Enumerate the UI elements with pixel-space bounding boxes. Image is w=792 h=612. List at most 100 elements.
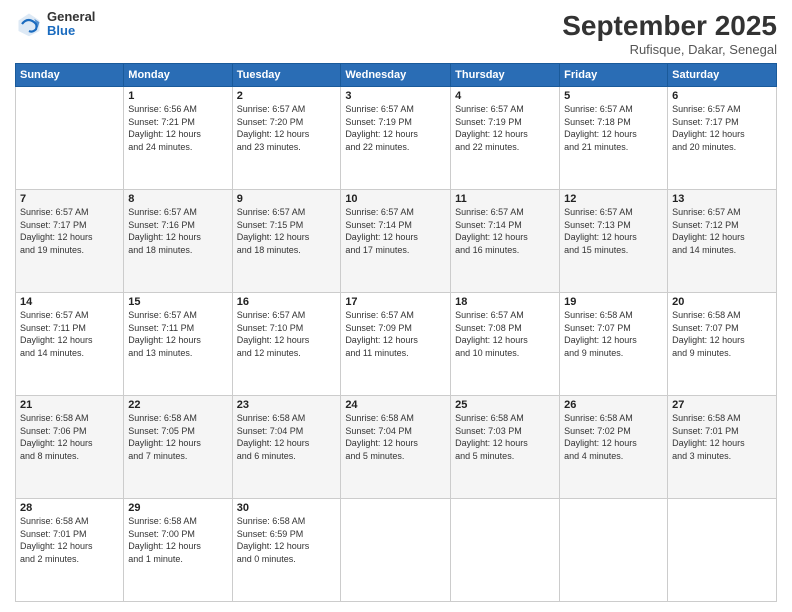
calendar-cell: 11Sunrise: 6:57 AM Sunset: 7:14 PM Dayli…: [451, 190, 560, 293]
calendar-cell: 24Sunrise: 6:58 AM Sunset: 7:04 PM Dayli…: [341, 396, 451, 499]
day-info: Sunrise: 6:58 AM Sunset: 7:02 PM Dayligh…: [564, 412, 663, 462]
calendar-cell: 17Sunrise: 6:57 AM Sunset: 7:09 PM Dayli…: [341, 293, 451, 396]
day-info: Sunrise: 6:57 AM Sunset: 7:13 PM Dayligh…: [564, 206, 663, 256]
header: General Blue September 2025 Rufisque, Da…: [15, 10, 777, 57]
calendar-cell: [451, 499, 560, 602]
day-info: Sunrise: 6:57 AM Sunset: 7:11 PM Dayligh…: [128, 309, 227, 359]
calendar-cell: 19Sunrise: 6:58 AM Sunset: 7:07 PM Dayli…: [560, 293, 668, 396]
day-info: Sunrise: 6:57 AM Sunset: 7:08 PM Dayligh…: [455, 309, 555, 359]
calendar-cell: 20Sunrise: 6:58 AM Sunset: 7:07 PM Dayli…: [668, 293, 777, 396]
day-number: 5: [564, 90, 663, 102]
day-info: Sunrise: 6:56 AM Sunset: 7:21 PM Dayligh…: [128, 103, 227, 153]
day-number: 8: [128, 193, 227, 205]
day-info: Sunrise: 6:57 AM Sunset: 7:09 PM Dayligh…: [345, 309, 446, 359]
day-info: Sunrise: 6:57 AM Sunset: 7:18 PM Dayligh…: [564, 103, 663, 153]
day-info: Sunrise: 6:57 AM Sunset: 7:20 PM Dayligh…: [237, 103, 337, 153]
calendar-cell: 9Sunrise: 6:57 AM Sunset: 7:15 PM Daylig…: [232, 190, 341, 293]
calendar-cell: 27Sunrise: 6:58 AM Sunset: 7:01 PM Dayli…: [668, 396, 777, 499]
day-number: 30: [237, 502, 337, 514]
day-number: 19: [564, 296, 663, 308]
day-number: 17: [345, 296, 446, 308]
calendar-cell: 7Sunrise: 6:57 AM Sunset: 7:17 PM Daylig…: [16, 190, 124, 293]
day-info: Sunrise: 6:57 AM Sunset: 7:14 PM Dayligh…: [345, 206, 446, 256]
day-number: 1: [128, 90, 227, 102]
day-number: 14: [20, 296, 119, 308]
day-number: 9: [237, 193, 337, 205]
calendar-cell: 14Sunrise: 6:57 AM Sunset: 7:11 PM Dayli…: [16, 293, 124, 396]
calendar-week-5: 28Sunrise: 6:58 AM Sunset: 7:01 PM Dayli…: [16, 499, 777, 602]
calendar-cell: 1Sunrise: 6:56 AM Sunset: 7:21 PM Daylig…: [124, 87, 232, 190]
day-number: 22: [128, 399, 227, 411]
calendar-week-3: 14Sunrise: 6:57 AM Sunset: 7:11 PM Dayli…: [16, 293, 777, 396]
calendar-cell: 21Sunrise: 6:58 AM Sunset: 7:06 PM Dayli…: [16, 396, 124, 499]
day-info: Sunrise: 6:57 AM Sunset: 7:12 PM Dayligh…: [672, 206, 772, 256]
calendar-cell: 6Sunrise: 6:57 AM Sunset: 7:17 PM Daylig…: [668, 87, 777, 190]
calendar-cell: 3Sunrise: 6:57 AM Sunset: 7:19 PM Daylig…: [341, 87, 451, 190]
day-number: 21: [20, 399, 119, 411]
day-info: Sunrise: 6:58 AM Sunset: 7:07 PM Dayligh…: [672, 309, 772, 359]
day-info: Sunrise: 6:57 AM Sunset: 7:16 PM Dayligh…: [128, 206, 227, 256]
calendar-cell: 16Sunrise: 6:57 AM Sunset: 7:10 PM Dayli…: [232, 293, 341, 396]
day-info: Sunrise: 6:58 AM Sunset: 7:04 PM Dayligh…: [237, 412, 337, 462]
day-info: Sunrise: 6:58 AM Sunset: 7:04 PM Dayligh…: [345, 412, 446, 462]
day-number: 25: [455, 399, 555, 411]
day-number: 26: [564, 399, 663, 411]
calendar-week-1: 1Sunrise: 6:56 AM Sunset: 7:21 PM Daylig…: [16, 87, 777, 190]
day-number: 12: [564, 193, 663, 205]
day-number: 20: [672, 296, 772, 308]
logo-icon: [15, 10, 43, 38]
day-number: 6: [672, 90, 772, 102]
logo-text: General Blue: [47, 10, 95, 39]
calendar-header-sunday: Sunday: [16, 64, 124, 87]
calendar-cell: 26Sunrise: 6:58 AM Sunset: 7:02 PM Dayli…: [560, 396, 668, 499]
calendar-cell: [668, 499, 777, 602]
calendar-cell: 23Sunrise: 6:58 AM Sunset: 7:04 PM Dayli…: [232, 396, 341, 499]
day-number: 4: [455, 90, 555, 102]
day-info: Sunrise: 6:57 AM Sunset: 7:11 PM Dayligh…: [20, 309, 119, 359]
day-number: 28: [20, 502, 119, 514]
day-number: 15: [128, 296, 227, 308]
day-info: Sunrise: 6:57 AM Sunset: 7:19 PM Dayligh…: [345, 103, 446, 153]
calendar-cell: 28Sunrise: 6:58 AM Sunset: 7:01 PM Dayli…: [16, 499, 124, 602]
calendar-header-tuesday: Tuesday: [232, 64, 341, 87]
calendar-header-thursday: Thursday: [451, 64, 560, 87]
calendar-header-row: SundayMondayTuesdayWednesdayThursdayFrid…: [16, 64, 777, 87]
calendar-cell: [16, 87, 124, 190]
calendar-cell: 25Sunrise: 6:58 AM Sunset: 7:03 PM Dayli…: [451, 396, 560, 499]
calendar-cell: 15Sunrise: 6:57 AM Sunset: 7:11 PM Dayli…: [124, 293, 232, 396]
day-number: 16: [237, 296, 337, 308]
day-info: Sunrise: 6:58 AM Sunset: 7:01 PM Dayligh…: [20, 515, 119, 565]
day-number: 2: [237, 90, 337, 102]
day-number: 27: [672, 399, 772, 411]
calendar-week-4: 21Sunrise: 6:58 AM Sunset: 7:06 PM Dayli…: [16, 396, 777, 499]
day-number: 11: [455, 193, 555, 205]
day-number: 13: [672, 193, 772, 205]
calendar-cell: 12Sunrise: 6:57 AM Sunset: 7:13 PM Dayli…: [560, 190, 668, 293]
calendar-cell: [560, 499, 668, 602]
day-number: 10: [345, 193, 446, 205]
day-info: Sunrise: 6:58 AM Sunset: 7:03 PM Dayligh…: [455, 412, 555, 462]
day-info: Sunrise: 6:58 AM Sunset: 7:06 PM Dayligh…: [20, 412, 119, 462]
calendar-cell: 29Sunrise: 6:58 AM Sunset: 7:00 PM Dayli…: [124, 499, 232, 602]
day-info: Sunrise: 6:57 AM Sunset: 7:17 PM Dayligh…: [20, 206, 119, 256]
calendar-cell: 2Sunrise: 6:57 AM Sunset: 7:20 PM Daylig…: [232, 87, 341, 190]
day-info: Sunrise: 6:57 AM Sunset: 7:10 PM Dayligh…: [237, 309, 337, 359]
calendar-cell: 30Sunrise: 6:58 AM Sunset: 6:59 PM Dayli…: [232, 499, 341, 602]
day-info: Sunrise: 6:58 AM Sunset: 7:05 PM Dayligh…: [128, 412, 227, 462]
calendar-cell: 5Sunrise: 6:57 AM Sunset: 7:18 PM Daylig…: [560, 87, 668, 190]
day-number: 23: [237, 399, 337, 411]
calendar-cell: 22Sunrise: 6:58 AM Sunset: 7:05 PM Dayli…: [124, 396, 232, 499]
logo-general: General: [47, 10, 95, 24]
calendar-cell: 13Sunrise: 6:57 AM Sunset: 7:12 PM Dayli…: [668, 190, 777, 293]
calendar-table: SundayMondayTuesdayWednesdayThursdayFrid…: [15, 63, 777, 602]
day-info: Sunrise: 6:58 AM Sunset: 7:00 PM Dayligh…: [128, 515, 227, 565]
page: General Blue September 2025 Rufisque, Da…: [0, 0, 792, 612]
day-info: Sunrise: 6:57 AM Sunset: 7:14 PM Dayligh…: [455, 206, 555, 256]
day-info: Sunrise: 6:57 AM Sunset: 7:17 PM Dayligh…: [672, 103, 772, 153]
calendar-week-2: 7Sunrise: 6:57 AM Sunset: 7:17 PM Daylig…: [16, 190, 777, 293]
calendar-cell: 8Sunrise: 6:57 AM Sunset: 7:16 PM Daylig…: [124, 190, 232, 293]
calendar-cell: [341, 499, 451, 602]
day-info: Sunrise: 6:58 AM Sunset: 7:07 PM Dayligh…: [564, 309, 663, 359]
month-title: September 2025: [562, 10, 777, 42]
day-info: Sunrise: 6:57 AM Sunset: 7:19 PM Dayligh…: [455, 103, 555, 153]
